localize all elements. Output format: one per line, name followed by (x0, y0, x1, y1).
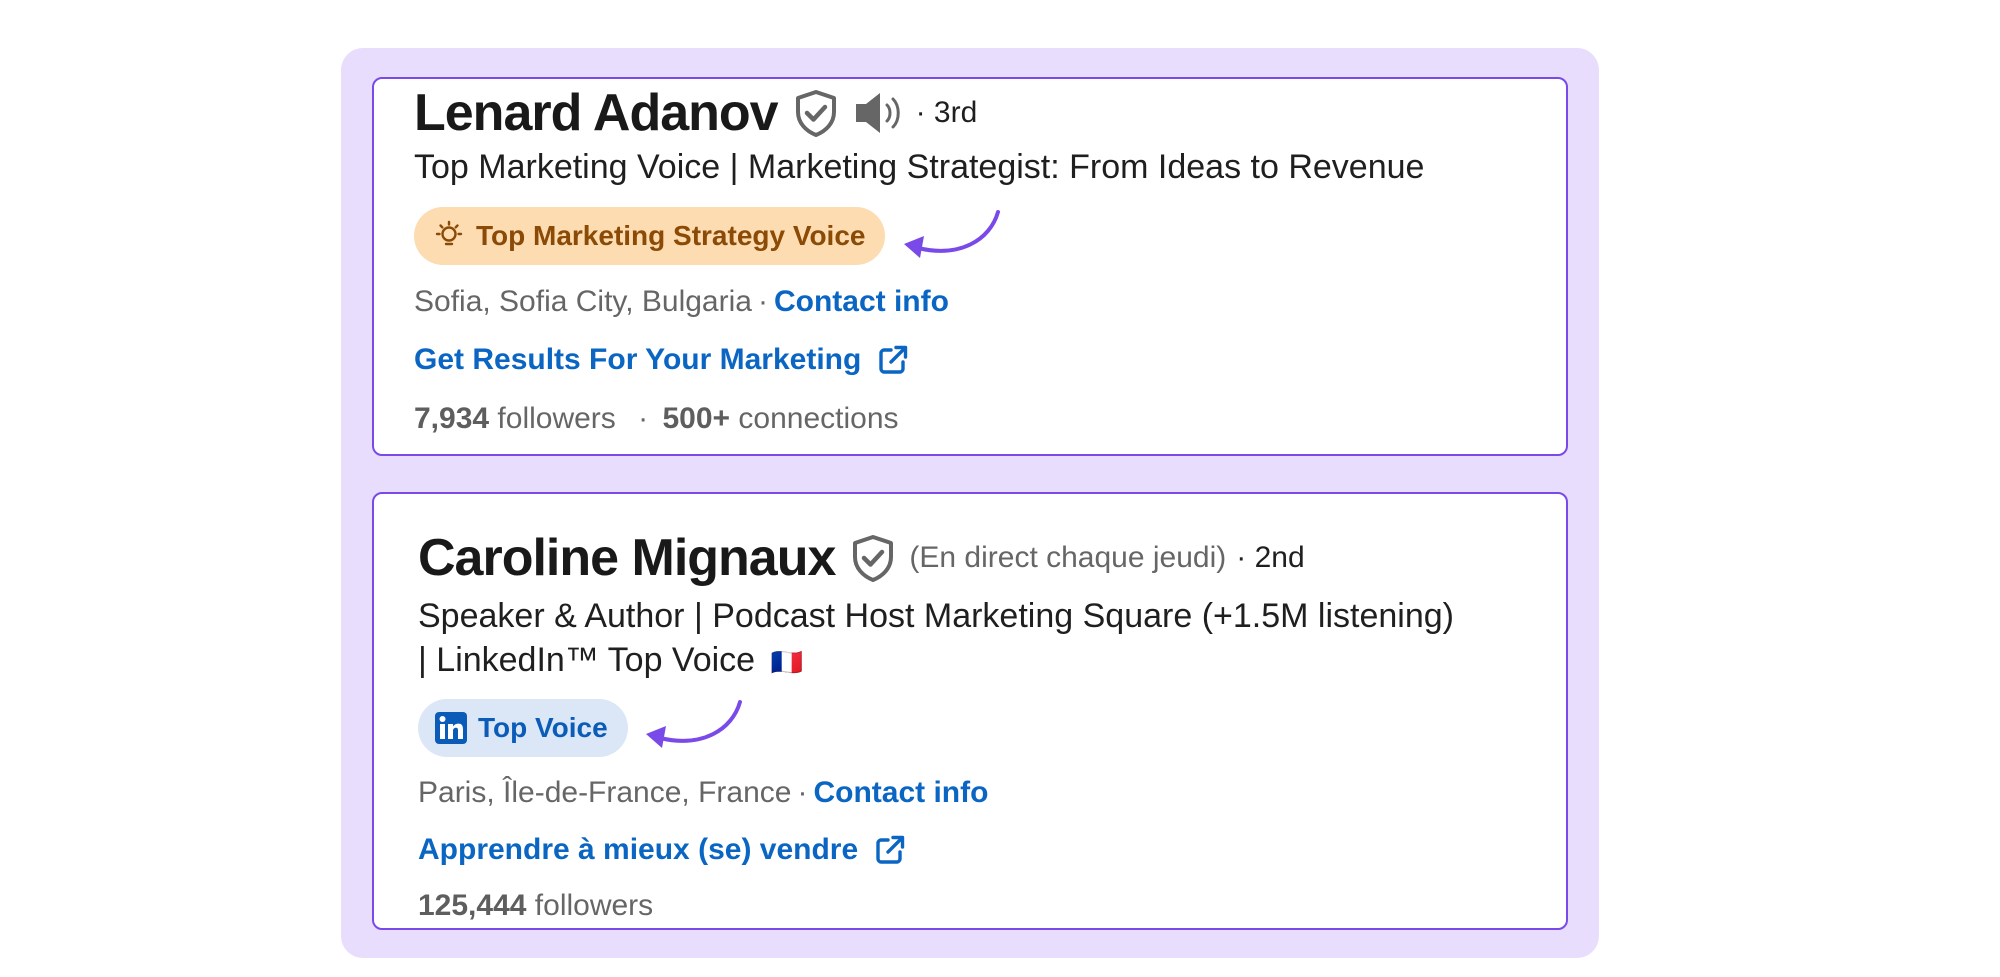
profile-name[interactable]: Lenard Adanov (414, 83, 779, 143)
profile-card-caroline: Caroline Mignaux (En direct chaque jeudi… (372, 492, 1568, 930)
linkedin-icon (435, 712, 467, 744)
stats-row: 7,934 followers · 500+ connections (414, 402, 1546, 436)
profile-name[interactable]: Caroline Mignaux (418, 528, 836, 588)
website-label: Get Results For Your Marketing (414, 343, 862, 376)
headline-line-2: | LinkedIn™ Top Voice 🇫🇷 (418, 638, 1546, 684)
location-text: Paris, Île-de-France, France (418, 776, 792, 809)
separator: · (757, 285, 768, 318)
lightbulb-icon (435, 220, 463, 246)
website-label: Apprendre à mieux (se) vendre (418, 833, 859, 866)
separator: · (797, 776, 808, 809)
separator: · (638, 402, 649, 435)
location-row: Sofia, Sofia City, Bulgaria · Contact info (414, 285, 1546, 319)
speaker-icon[interactable] (854, 90, 906, 136)
location-text: Sofia, Sofia City, Bulgaria (414, 285, 752, 318)
annotation-arrow (904, 210, 1000, 258)
profile-name-row: Caroline Mignaux (En direct chaque jeudi… (418, 528, 1546, 588)
headline-line-1: Speaker & Author | Podcast Host Marketin… (418, 597, 1454, 635)
followers-count: 7,934 (414, 402, 490, 435)
top-voice-badge[interactable]: Top Voice (418, 699, 628, 757)
profile-name-row: Lenard Adanov · 3rd (414, 83, 1546, 143)
badge-label: Top Voice (478, 712, 608, 743)
annotation-arrow (646, 700, 742, 748)
followers-label[interactable]: followers (535, 889, 653, 922)
pronouns-note: (En direct chaque jeudi) (909, 541, 1227, 574)
verified-shield-icon[interactable] (794, 89, 838, 137)
top-voice-badge[interactable]: Top Marketing Strategy Voice (414, 207, 886, 265)
followers-count: 125,444 (418, 889, 527, 922)
flag-icon: 🇫🇷 (770, 647, 803, 677)
followers-label[interactable]: followers (497, 402, 615, 435)
connection-degree: · 2nd (1236, 541, 1305, 574)
website-link[interactable]: Apprendre à mieux (se) vendre (418, 833, 906, 867)
external-link-icon (879, 345, 908, 374)
website-link[interactable]: Get Results For Your Marketing (414, 343, 909, 377)
connections-count: 500+ (662, 402, 731, 435)
verified-shield-icon[interactable] (851, 534, 895, 582)
profile-headline: Top Marketing Voice | Marketing Strategi… (414, 148, 1425, 186)
contact-info-link[interactable]: Contact info (813, 776, 988, 809)
profile-headline: Speaker & Author | Podcast Host Marketin… (418, 594, 1546, 684)
contact-info-link[interactable]: Contact info (774, 285, 949, 318)
connections-label[interactable]: connections (738, 402, 898, 435)
connection-degree: · 3rd (915, 96, 978, 129)
stats-row: 125,444 followers (418, 889, 1546, 923)
badge-label: Top Marketing Strategy Voice (476, 220, 866, 251)
location-row: Paris, Île-de-France, France · Contact inf… (418, 776, 1546, 810)
headline-line-2-text: | LinkedIn™ Top Voice (418, 641, 756, 679)
external-link-icon (876, 835, 905, 864)
